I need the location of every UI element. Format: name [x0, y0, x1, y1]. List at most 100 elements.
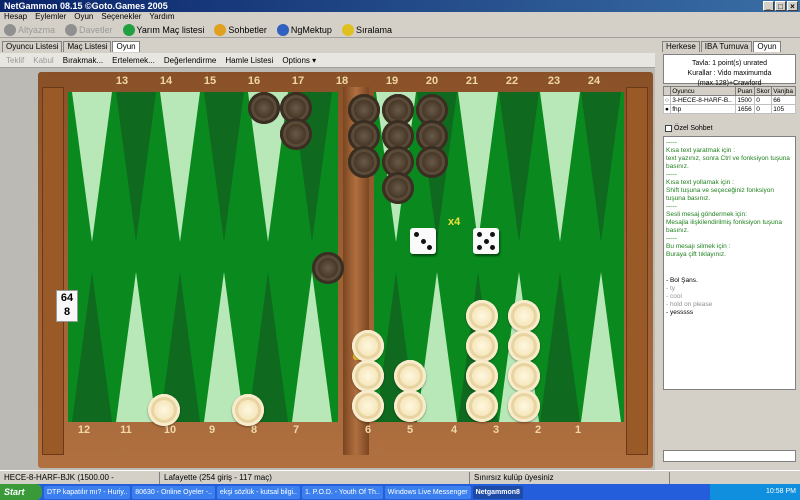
die-2[interactable]: [473, 228, 499, 254]
point-number: 16: [247, 75, 261, 87]
toolbar-ok-button[interactable]: Altyazma: [4, 23, 55, 36]
chat-line: Kısa text yollamak için :: [666, 179, 734, 186]
game-toolbar-button[interactable]: Bırakmak...: [63, 56, 103, 65]
board-point[interactable]: [581, 92, 621, 242]
board-point[interactable]: [581, 272, 621, 422]
light-checker[interactable]: [394, 360, 426, 392]
light-checker[interactable]: [508, 300, 540, 332]
point-number: 5: [406, 424, 414, 436]
dark-checker[interactable]: [248, 92, 280, 124]
point-number: 14: [159, 75, 173, 87]
left-tabs: Oyuncu Listesi Maç Listesi Oyun: [2, 41, 140, 52]
toolbar-mail-button[interactable]: NgMektup: [276, 23, 332, 36]
invite-icon: [65, 23, 78, 36]
tab-game[interactable]: Oyun: [112, 41, 140, 52]
dark-checker[interactable]: [416, 146, 448, 178]
game-toolbar-button[interactable]: Teklif: [6, 56, 24, 65]
board-point[interactable]: [292, 272, 332, 422]
light-checker[interactable]: [508, 360, 540, 392]
status-opponent: Lafayette (254 giriş - 117 maç): [160, 471, 470, 484]
game-toolbar-button[interactable]: Ertelemek...: [112, 56, 155, 65]
light-checker[interactable]: [508, 330, 540, 362]
board-point[interactable]: [72, 272, 112, 422]
menu-yardim[interactable]: Yardım: [149, 12, 174, 22]
light-checker[interactable]: [148, 394, 180, 426]
tab-player-list[interactable]: Oyuncu Listesi: [2, 41, 63, 52]
players-table-cell-score: 0: [754, 95, 773, 105]
dark-checker[interactable]: [382, 172, 414, 204]
board-point[interactable]: [458, 92, 498, 242]
point-number: 19: [385, 75, 399, 87]
doubling-cube[interactable]: 64 8: [56, 290, 78, 322]
taskbar-task[interactable]: Windows Live Messenger: [384, 485, 471, 499]
start-button[interactable]: Start: [0, 484, 42, 500]
toolbar-invite-button[interactable]: Davetler: [65, 23, 113, 36]
board-point[interactable]: [499, 92, 539, 242]
game-toolbar-button[interactable]: Kabul: [33, 56, 53, 65]
menu-oyun[interactable]: Oyun: [74, 12, 93, 22]
maximize-button[interactable]: □: [775, 1, 786, 11]
taskbar-task[interactable]: 80630 - Online Oyeler -..: [132, 485, 215, 499]
tab-everyone[interactable]: Herkese: [662, 41, 700, 52]
board-point[interactable]: [160, 92, 200, 242]
toolbar-chat-button[interactable]: Sohbetler: [214, 23, 267, 36]
light-checker[interactable]: [466, 300, 498, 332]
taskbar-task[interactable]: 1. P.O.D. - Youth Of Th..: [301, 485, 383, 499]
point-number: 12: [77, 424, 91, 436]
light-checker[interactable]: [508, 390, 540, 422]
players-table-row[interactable]: ● fhp 1656 0 105: [662, 104, 796, 114]
board-point[interactable]: [540, 92, 580, 242]
game-toolbar-button[interactable]: Değerlendirme: [164, 56, 216, 65]
players-table-row[interactable]: ○ 3-HECE-8-HARF-B.. 1500 0 66: [662, 95, 796, 105]
dark-checker[interactable]: [280, 118, 312, 150]
tab-game-chat[interactable]: Oyun: [753, 41, 781, 52]
toolbar-ranking-button[interactable]: Sıralama: [341, 23, 392, 36]
clock: 10:58 PM: [766, 488, 796, 495]
tab-match-list[interactable]: Maç Listesi: [63, 41, 112, 52]
board-point[interactable]: [540, 272, 580, 422]
dark-checker[interactable]: [348, 146, 380, 178]
die-pip: [427, 245, 432, 250]
game-toolbar-button[interactable]: Hamle Listesi: [225, 56, 273, 65]
light-checker[interactable]: [232, 394, 264, 426]
taskbar-task[interactable]: Netgammon8: [472, 485, 523, 499]
board-point[interactable]: [204, 92, 244, 242]
die-1[interactable]: [410, 228, 436, 254]
players-table: Oyuncu Puan Skor Vanjba ○ 3-HECE-8-HARF-B.. 15…: [662, 86, 796, 114]
taskbar-task[interactable]: ekşi sözlük - kutsal bilgi..: [216, 485, 300, 499]
point-number: 20: [425, 75, 439, 87]
light-checker[interactable]: [352, 390, 384, 422]
private-chat-toggle[interactable]: Özel Sohbet: [665, 125, 713, 132]
status-player: HECE-8-HARF-BJK (1500.00 -: [0, 471, 160, 484]
game-info-line1: Tavla: 1 point(s) unrated: [691, 60, 768, 67]
players-table-header-cell: Puan: [735, 86, 756, 96]
private-chat-checkbox[interactable]: [665, 125, 672, 132]
chat-line: -----: [666, 171, 677, 178]
light-checker[interactable]: [352, 360, 384, 392]
light-checker[interactable]: [466, 360, 498, 392]
tab-iba-tournament[interactable]: IBA Turnuva: [700, 41, 753, 52]
light-checker[interactable]: [352, 330, 384, 362]
chat-line: - hold on please: [666, 301, 713, 308]
chat-input[interactable]: [663, 450, 796, 462]
menu-hesap[interactable]: Hesap: [4, 12, 27, 22]
taskbar-task[interactable]: DTP kapatılır mı? - Huriy..: [44, 485, 131, 499]
game-toolbar-button[interactable]: Options ▾: [282, 56, 316, 65]
board-point[interactable]: [116, 272, 156, 422]
players-table-cell-name: 3-HECE-8-HARF-B..: [670, 95, 737, 105]
light-checker[interactable]: [466, 390, 498, 422]
light-checker[interactable]: [466, 330, 498, 362]
light-checker[interactable]: [394, 390, 426, 422]
chat-log[interactable]: ----- Kısa text yaratmak için : text yazın…: [663, 136, 796, 390]
close-button[interactable]: ×: [787, 1, 798, 11]
menu-secenekler[interactable]: Seçenekler: [101, 12, 141, 22]
toolbar-half-match-button[interactable]: Yarım Maç listesi: [122, 23, 204, 36]
menu-eylemler[interactable]: Eylemler: [35, 12, 66, 22]
minimize-button[interactable]: _: [763, 1, 774, 11]
cube-back-value: 8: [63, 306, 71, 318]
right-tabs: Herkese IBA Turnuva Oyun: [662, 41, 781, 52]
board-point[interactable]: [72, 92, 112, 242]
players-table-cell-score: 0: [754, 104, 773, 114]
dark-checker[interactable]: [312, 252, 344, 284]
board-point[interactable]: [116, 92, 156, 242]
